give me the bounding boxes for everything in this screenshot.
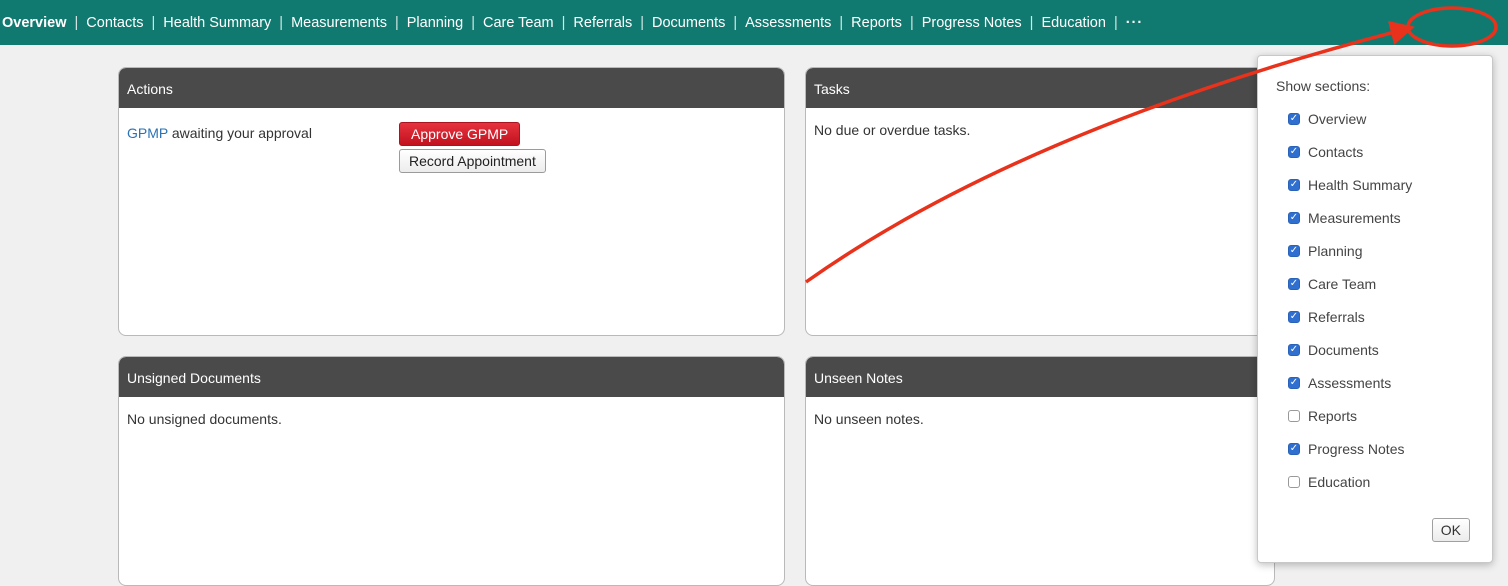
tasks-panel: Tasks No due or overdue tasks. [805, 67, 1275, 336]
tab-referrals[interactable]: Referrals [565, 15, 640, 31]
checkbox[interactable]: ✓ [1288, 212, 1300, 224]
tab-documents[interactable]: Documents [644, 15, 733, 31]
section-toggle-referrals[interactable]: ✓ Referrals [1288, 306, 1365, 328]
tab-overview[interactable]: Overview [0, 15, 75, 31]
checkbox[interactable]: ✓ [1288, 113, 1300, 125]
tab-separator: | [1029, 14, 1034, 31]
tab-contacts[interactable]: Contacts [78, 15, 151, 31]
unseen-notes-panel-title: Unseen Notes [806, 357, 1274, 397]
tab-separator: | [909, 14, 914, 31]
actions-panel-title: Actions [119, 68, 784, 108]
section-label: Overview [1308, 111, 1367, 127]
unseen-notes-empty-message: No unseen notes. [814, 411, 924, 427]
ok-button[interactable]: OK [1431, 518, 1470, 542]
section-toggle-reports[interactable]: Reports [1288, 405, 1357, 427]
actions-panel: Actions GPMP awaiting your approval Appr… [118, 67, 785, 336]
section-toggle-assessments[interactable]: ✓ Assessments [1288, 372, 1391, 394]
tab-separator: | [640, 14, 645, 31]
section-label: Planning [1308, 243, 1363, 259]
checkbox[interactable]: ✓ [1288, 179, 1300, 191]
checkbox[interactable]: ✓ [1288, 344, 1300, 356]
tab-care-team[interactable]: Care Team [475, 15, 562, 31]
more-sections-button[interactable]: ··· [1118, 15, 1152, 31]
unseen-notes-panel: Unseen Notes No unseen notes. [805, 356, 1275, 586]
section-label: Reports [1308, 408, 1358, 424]
section-toggle-measurements[interactable]: ✓ Measurements [1288, 207, 1401, 229]
tab-health-summary[interactable]: Health Summary [155, 15, 279, 31]
section-label: Assessments [1308, 375, 1392, 391]
tab-assessments[interactable]: Assessments [737, 15, 839, 31]
unsigned-documents-empty-message: No unsigned documents. [127, 411, 282, 427]
tab-reports[interactable]: Reports [843, 15, 910, 31]
approve-gpmp-button[interactable]: Approve GPMP [399, 122, 521, 146]
tab-separator: | [839, 14, 844, 31]
section-tab-bar: Overview | Contacts | Health Summary | M… [0, 0, 1508, 45]
section-toggle-planning[interactable]: ✓ Planning [1288, 240, 1363, 262]
section-label: Progress Notes [1308, 441, 1405, 457]
tab-separator: | [74, 14, 79, 31]
section-label: Contacts [1308, 144, 1364, 160]
unsigned-documents-panel: Unsigned Documents No unsigned documents… [118, 356, 785, 586]
gpmp-approval-message: GPMP awaiting your approval [127, 122, 399, 141]
show-sections-title: Show sections: [1276, 78, 1371, 94]
approval-text: awaiting your approval [167, 125, 312, 141]
unsigned-documents-panel-title: Unsigned Documents [119, 357, 784, 397]
section-toggle-overview[interactable]: ✓ Overview [1288, 108, 1366, 130]
section-toggle-documents[interactable]: ✓ Documents [1288, 339, 1379, 361]
tab-separator: | [394, 14, 399, 31]
show-sections-menu: Show sections: ✓ Overview ✓ Contacts ✓ H… [1257, 55, 1493, 563]
checkbox[interactable] [1288, 410, 1300, 422]
section-label: Education [1308, 474, 1371, 490]
gpmp-link[interactable]: GPMP [127, 125, 168, 141]
section-toggle-care-team[interactable]: ✓ Care Team [1288, 273, 1376, 295]
tab-separator: | [561, 14, 566, 31]
checkbox[interactable]: ✓ [1288, 146, 1300, 158]
tab-separator: | [279, 14, 284, 31]
section-label: Referrals [1308, 309, 1365, 325]
section-toggle-contacts[interactable]: ✓ Contacts [1288, 141, 1363, 163]
tab-separator: | [1113, 14, 1118, 31]
tab-separator: | [151, 14, 156, 31]
tasks-panel-title: Tasks [806, 68, 1274, 108]
checkbox[interactable]: ✓ [1288, 278, 1300, 290]
section-toggle-progress-notes[interactable]: ✓ Progress Notes [1288, 438, 1404, 460]
section-label: Measurements [1308, 210, 1401, 226]
section-toggle-health-summary[interactable]: ✓ Health Summary [1288, 174, 1412, 196]
record-appointment-button[interactable]: Record Appointment [399, 149, 546, 173]
tab-measurements[interactable]: Measurements [283, 15, 395, 31]
checkbox[interactable]: ✓ [1288, 377, 1300, 389]
section-label: Care Team [1308, 276, 1377, 292]
tab-progress-notes[interactable]: Progress Notes [914, 15, 1030, 31]
section-label: Health Summary [1308, 177, 1413, 193]
checkbox[interactable]: ✓ [1288, 443, 1300, 455]
tab-planning[interactable]: Planning [399, 15, 471, 31]
tasks-empty-message: No due or overdue tasks. [814, 122, 971, 138]
tab-separator: | [733, 14, 738, 31]
section-label: Documents [1308, 342, 1379, 358]
section-toggle-education[interactable]: Education [1288, 471, 1370, 493]
tab-education[interactable]: Education [1033, 15, 1114, 31]
checkbox[interactable]: ✓ [1288, 311, 1300, 323]
tab-separator: | [471, 14, 475, 31]
checkbox[interactable]: ✓ [1288, 245, 1300, 257]
checkbox[interactable] [1288, 476, 1300, 488]
